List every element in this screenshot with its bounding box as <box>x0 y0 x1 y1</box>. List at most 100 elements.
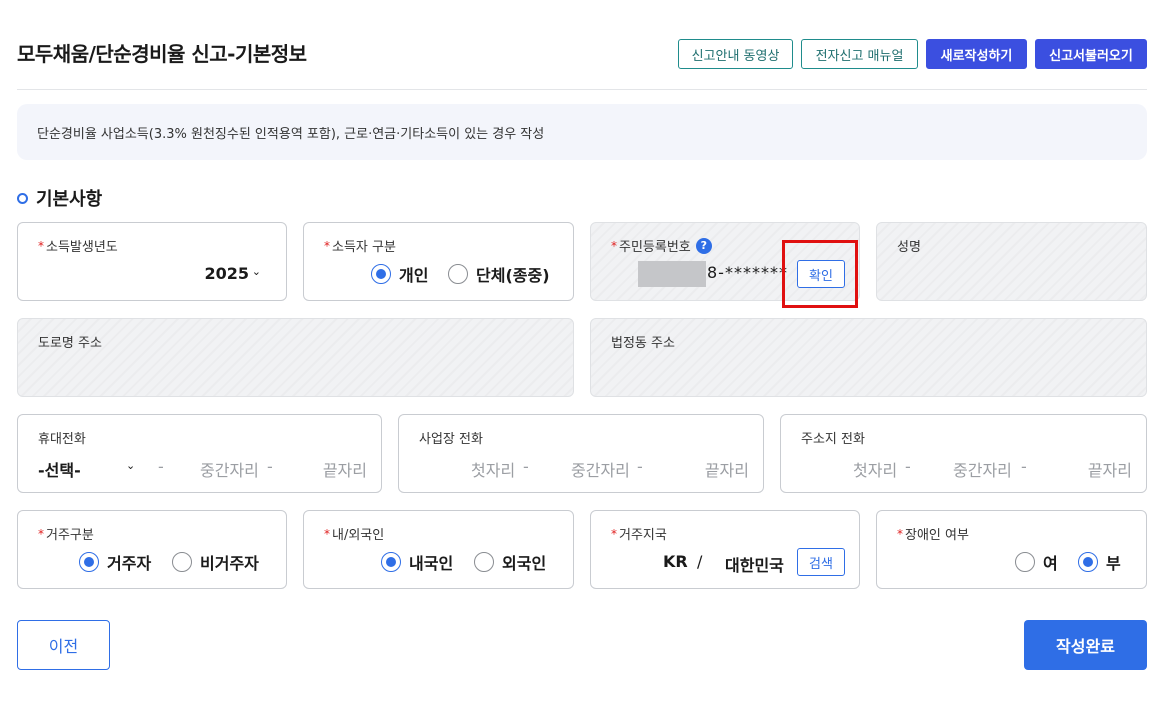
dash: - <box>267 457 273 476</box>
income-year-value[interactable]: 2025 <box>204 264 249 283</box>
country-name: 대한민국 <box>725 556 784 575</box>
dash: - <box>523 457 529 476</box>
highlight-box <box>782 240 858 308</box>
required-mark: * <box>38 526 44 541</box>
earner-type-label: 소득자 구분 <box>332 240 396 255</box>
residency-field: * 거주구분 거주자 비거주자 <box>17 510 287 589</box>
nationality-label: 내/외국인 <box>332 528 385 543</box>
business-phone-field: 사업장 전화 첫자리 - 중간자리 - 끝자리 <box>398 414 764 493</box>
new-form-button[interactable]: 새로작성하기 <box>926 39 1027 69</box>
radio-foreign[interactable]: 외국인 <box>474 550 546 574</box>
radio-resident-label[interactable]: 거주자 <box>107 550 151 574</box>
required-mark: * <box>897 526 903 541</box>
country-code: KR <box>663 552 688 571</box>
load-report-button[interactable]: 신고서불러오기 <box>1035 39 1147 69</box>
income-year-label-wrap: * 소득발생년도 <box>38 236 118 256</box>
income-year-field[interactable]: * 소득발생년도 2025 ⌄ <box>17 222 287 301</box>
name-field: 성명 <box>876 222 1147 301</box>
radio-foreign-label[interactable]: 외국인 <box>502 550 546 574</box>
dash: - <box>905 457 911 476</box>
home-middle-input[interactable]: 중간자리 <box>953 457 1012 481</box>
page-title: 모두채움/단순경비율 신고-기본정보 <box>17 42 307 66</box>
radio-no-label[interactable]: 부 <box>1106 550 1121 574</box>
section-title: 기본사항 <box>36 189 103 210</box>
name-label: 성명 <box>897 240 921 255</box>
nationality-field: * 내/외국인 내국인 외국인 <box>303 510 574 589</box>
resident-number-label: 주민등록번호 <box>619 240 691 255</box>
residence-country-label-wrap: * 거주지국 <box>611 524 667 544</box>
income-year-label: 소득발생년도 <box>46 240 118 255</box>
business-middle-input[interactable]: 중간자리 <box>571 457 630 481</box>
required-mark: * <box>324 526 330 541</box>
radio-nonresident[interactable]: 비거주자 <box>172 550 259 574</box>
radio-group-label[interactable]: 단체(종중) <box>476 262 550 286</box>
road-address-field: 도로명 주소 <box>17 318 574 397</box>
radio-yes[interactable]: 여 <box>1015 550 1058 574</box>
radio-no[interactable]: 부 <box>1078 550 1121 574</box>
radio-selected-icon[interactable] <box>381 552 401 572</box>
resident-number-label-wrap: * 주민등록번호? <box>611 236 712 255</box>
chevron-down-icon[interactable]: ⌄ <box>252 265 261 278</box>
radio-empty-icon[interactable] <box>172 552 192 572</box>
radio-domestic-label[interactable]: 내국인 <box>409 550 453 574</box>
radio-empty-icon[interactable] <box>474 552 494 572</box>
home-first-input[interactable]: 첫자리 <box>853 457 897 481</box>
lot-address-label: 법정동 주소 <box>611 336 675 351</box>
disability-label: 장애인 여부 <box>905 528 969 543</box>
complete-button[interactable]: 작성완료 <box>1024 620 1147 670</box>
dash: - <box>637 457 643 476</box>
radio-nonresident-label[interactable]: 비거주자 <box>200 550 259 574</box>
dash: - <box>158 457 164 476</box>
required-mark: * <box>611 526 617 541</box>
radio-individual-label[interactable]: 개인 <box>399 262 428 286</box>
notice-text: 단순경비율 사업소득(3.3% 원천징수된 인적용역 포함), 근로·연금·기타… <box>37 126 545 142</box>
home-phone-label: 주소지 전화 <box>801 432 865 447</box>
mobile-phone-label: 휴대전화 <box>38 432 86 447</box>
residence-country-label: 거주지국 <box>619 528 667 543</box>
mobile-prefix-select[interactable]: -선택- <box>38 457 81 481</box>
radio-group[interactable]: 단체(종중) <box>448 262 550 286</box>
mobile-last-input[interactable]: 끝자리 <box>323 457 367 481</box>
e-filing-manual-button[interactable]: 전자신고 매뉴얼 <box>801 39 918 69</box>
radio-selected-icon[interactable] <box>1078 552 1098 572</box>
earner-type-label-wrap: * 소득자 구분 <box>324 236 396 256</box>
radio-empty-icon[interactable] <box>448 264 468 284</box>
previous-button[interactable]: 이전 <box>17 620 110 670</box>
business-first-input[interactable]: 첫자리 <box>471 457 515 481</box>
lot-address-field: 법정동 주소 <box>590 318 1147 397</box>
home-phone-field: 주소지 전화 첫자리 - 중간자리 - 끝자리 <box>780 414 1147 493</box>
mobile-phone-field: 휴대전화 -선택- ⌄ - 중간자리 - 끝자리 <box>17 414 382 493</box>
residency-label: 거주구분 <box>46 528 94 543</box>
country-slash: / <box>697 552 703 571</box>
disability-field: * 장애인 여부 여 부 <box>876 510 1147 589</box>
radio-empty-icon[interactable] <box>1015 552 1035 572</box>
home-last-input[interactable]: 끝자리 <box>1088 457 1132 481</box>
disability-label-wrap: * 장애인 여부 <box>897 524 969 544</box>
nationality-label-wrap: * 내/외국인 <box>324 524 385 544</box>
help-icon[interactable]: ? <box>695 237 712 254</box>
radio-resident[interactable]: 거주자 <box>79 550 151 574</box>
notice-banner: 단순경비율 사업소득(3.3% 원천징수된 인적용역 포함), 근로·연금·기타… <box>17 104 1147 160</box>
radio-domestic[interactable]: 내국인 <box>381 550 453 574</box>
guide-video-button[interactable]: 신고안내 동영상 <box>678 39 793 69</box>
radio-individual[interactable]: 개인 <box>371 262 428 286</box>
search-button[interactable]: 검색 <box>797 548 845 576</box>
business-last-input[interactable]: 끝자리 <box>705 457 749 481</box>
residence-country-field: * 거주지국 KR / 대한민국 검색 <box>590 510 860 589</box>
road-address-label: 도로명 주소 <box>38 336 102 351</box>
residency-label-wrap: * 거주구분 <box>38 524 94 544</box>
required-mark: * <box>324 238 330 253</box>
section-basic-info: 기본사항 <box>17 185 102 211</box>
chevron-down-icon[interactable]: ⌄ <box>126 459 135 472</box>
radio-yes-label[interactable]: 여 <box>1043 550 1058 574</box>
required-mark: * <box>38 238 44 253</box>
business-phone-label: 사업장 전화 <box>419 432 483 447</box>
earner-type-field: * 소득자 구분 개인 단체(종중) <box>303 222 574 301</box>
masked-id-prefix <box>638 261 706 287</box>
required-mark: * <box>611 238 617 253</box>
radio-selected-icon[interactable] <box>79 552 99 572</box>
mobile-middle-input[interactable]: 중간자리 <box>200 457 259 481</box>
dash: - <box>1021 457 1027 476</box>
radio-selected-icon[interactable] <box>371 264 391 284</box>
header-divider <box>17 89 1147 90</box>
